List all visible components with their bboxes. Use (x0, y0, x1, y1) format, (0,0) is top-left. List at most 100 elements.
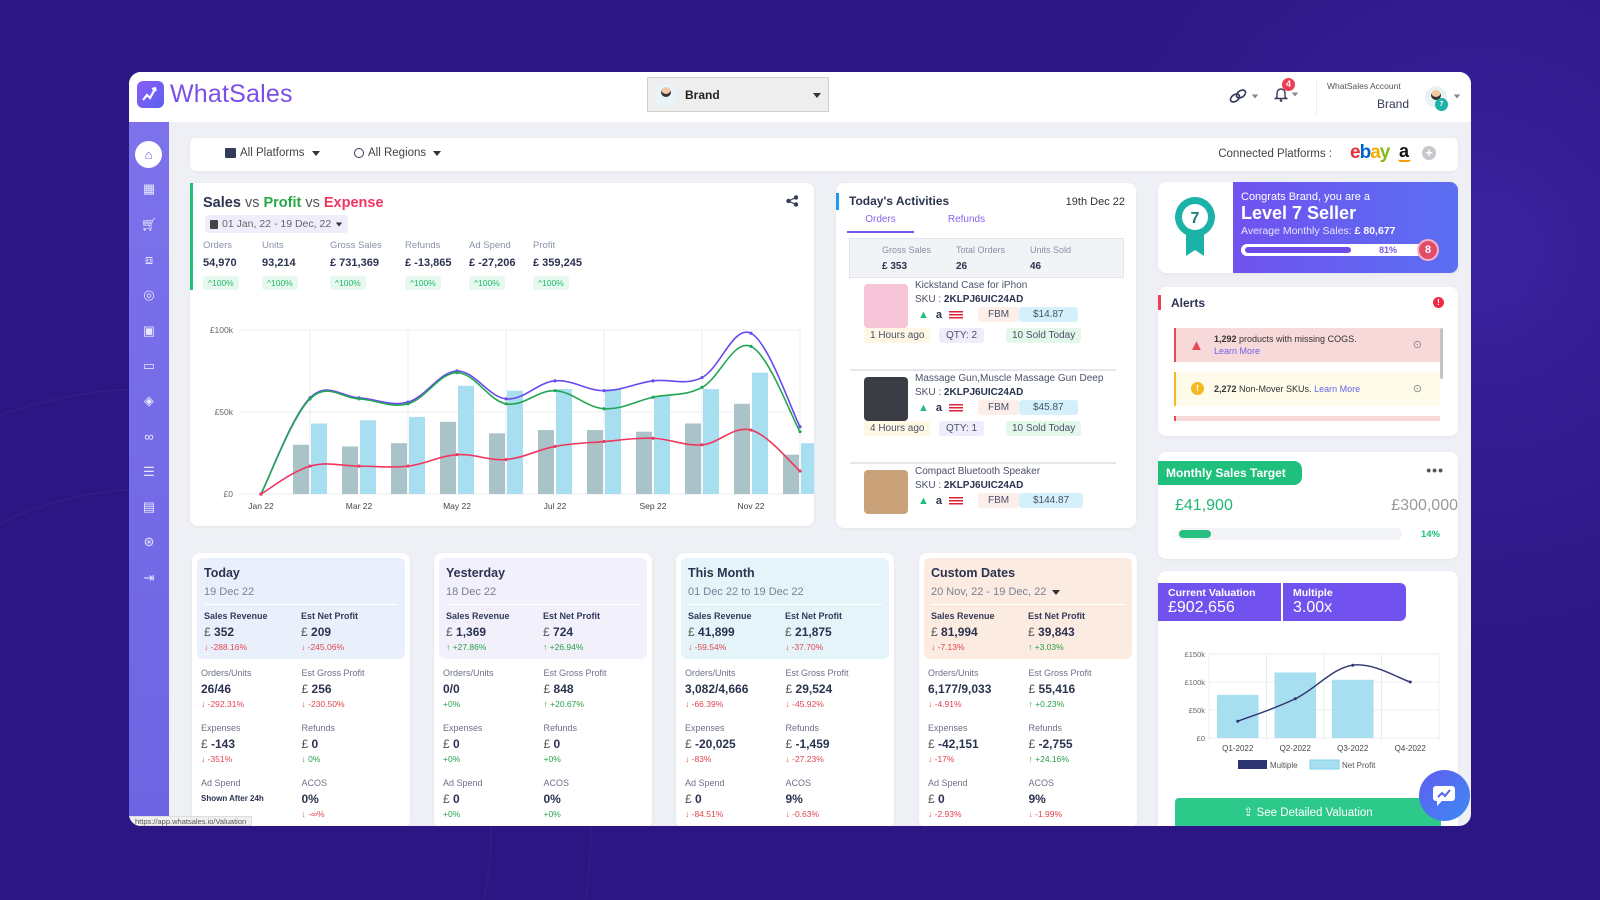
stat-value: 0% (301, 792, 319, 806)
stat-est-net-profit: Est Net Profit £ 209 ↓ -245.06% (301, 611, 398, 652)
date-range-picker[interactable]: 01 Jan, 22 - 19 Dec, 22 (205, 215, 349, 233)
line-point (553, 379, 557, 383)
dismiss-icon[interactable]: ⊙ (1413, 338, 1422, 351)
product-sku: SKU : 2KLPJ6UIC24AD (915, 387, 1024, 398)
sidebar-item-boxes[interactable]: ⧈ (138, 249, 160, 271)
learn-more-link[interactable]: Learn More (1214, 346, 1260, 356)
bar-nov-22 (734, 403, 750, 494)
stat-value: £ -143 (201, 737, 236, 751)
target-progress-bar (1177, 528, 1402, 540)
fulfillment-badge: FBM (978, 400, 1020, 415)
stat-acos: ACOS 0% +0% (544, 778, 645, 825)
app-logo-text[interactable]: WhatSales (170, 80, 293, 109)
kpi-change-badge: ^100% (262, 276, 298, 290)
chat-support-button[interactable] (1419, 770, 1470, 821)
activity-item[interactable]: Massage Gun,Muscle Massage Gun Deep SKU :… (850, 371, 1116, 464)
sidebar-item-ad[interactable]: ▣ (138, 320, 160, 342)
bar-feb-22 (311, 423, 327, 494)
tab-refunds[interactable]: Refunds (933, 214, 1000, 231)
summary-value: 46 (1030, 261, 1042, 272)
chevron-down-icon (1453, 94, 1461, 99)
y-tick-label: £50k (215, 407, 234, 417)
kpi-change-value: 100% (339, 278, 361, 288)
activity-item[interactable]: Kickstand Case for iPhon SKU : 2KLPJ6UIC2… (850, 278, 1116, 371)
sidebar-item-logout[interactable]: ⇥ (138, 567, 160, 589)
kpi-ad-spend: Ad Spend £ -27,206 ^100% (469, 240, 527, 291)
dismiss-icon[interactable]: ⊙ (1413, 382, 1422, 395)
platforms-filter[interactable]: All Platforms (225, 147, 320, 159)
tab-orders[interactable]: Orders (847, 214, 914, 233)
quantity-badge: QTY: 1 (939, 421, 985, 436)
change-indicator: ↑ +24.16% (1028, 754, 1069, 764)
sidebar-item-chat[interactable]: ▭ (138, 355, 160, 377)
change-indicator: ↓ -∞% (301, 809, 325, 819)
us-flag-icon (949, 496, 964, 506)
sidebar-item-cart[interactable]: 🛒︎ (138, 214, 160, 236)
y-tick-label: £50k (1189, 706, 1206, 715)
bar-sep-22 (654, 395, 670, 494)
regions-filter[interactable]: All Regions (354, 147, 442, 159)
multiple-point (1408, 680, 1412, 684)
change-indicator: ↓ -83% (685, 754, 712, 764)
line-point (308, 464, 312, 468)
account-avatar[interactable]: 7 (1425, 86, 1448, 111)
alerts-title: Alerts (1171, 296, 1206, 310)
line-point (406, 464, 410, 468)
sidebar-item-coins[interactable]: ◎ (138, 284, 160, 306)
more-options-icon[interactable]: ••• (1426, 462, 1444, 478)
target-current: £41,900 (1175, 497, 1233, 514)
brand-selector[interactable]: Brand (647, 77, 829, 112)
ebay-logo[interactable]: ebay (1350, 142, 1390, 164)
activities-date: 19th Dec 22 (1065, 196, 1125, 208)
integrations-menu[interactable] (1229, 88, 1259, 104)
kpi-label: Gross Sales (330, 240, 382, 251)
line-point (357, 464, 361, 468)
fulfillment-badge: FBM (978, 307, 1020, 322)
account-name[interactable]: Brand (1377, 97, 1409, 111)
amazon-logo[interactable]: a (1398, 141, 1411, 162)
change-indicator: ↓ -37.70% (785, 642, 824, 652)
sidebar-item-tags[interactable]: ◈ (138, 390, 160, 412)
y-tick-label: £0 (224, 489, 234, 499)
line-point (504, 397, 508, 401)
series-line (260, 344, 801, 495)
alert-item-warning[interactable]: ! 2,272 Non-Mover SKUs. Learn More ⊙ (1174, 372, 1440, 406)
share-icon[interactable] (786, 195, 798, 207)
stat-sales-revenue: Sales Revenue £ 81,994 ↓ -7.13% (931, 611, 1028, 652)
stat-card-date[interactable]: 20 Nov, 22 - 19 Dec, 22 (931, 586, 1125, 605)
stat-card-today: Today 19 Dec 22 Sales Revenue £ 352 ↓ -288.1… (192, 553, 410, 826)
line-point (553, 444, 557, 449)
add-platform-button[interactable]: + (1422, 146, 1436, 160)
sidebar-item-handshake[interactable]: ∞ (138, 425, 160, 447)
sidebar-item-stack[interactable]: ☰ (138, 461, 160, 483)
sidebar-item-document[interactable]: ▤ (138, 496, 160, 518)
arrow-up-icon: ↑ (543, 642, 550, 652)
sidebar-item-support[interactable]: ⊛ (138, 531, 160, 553)
kpi-profit: Profit £ 359,245 ^100% (533, 240, 594, 291)
logo-icon[interactable] (137, 81, 164, 108)
notifications-button[interactable]: 4 (1273, 78, 1299, 107)
chat-icon (1432, 785, 1455, 806)
series-line (260, 428, 801, 495)
stat-orders-units: Orders/Units 3,082/4,666 ↓ -66.39% (685, 668, 786, 715)
activity-item[interactable]: Compact Bluetooth Speaker SKU : 2KLPJ6UIC… (850, 464, 1116, 528)
arrow-up-icon: ↑ (1028, 642, 1035, 652)
stat-acos: ACOS 0% ↓ -∞% (302, 778, 403, 825)
alerts-scrollbar[interactable] (1440, 328, 1443, 379)
stat-value: £ 39,843 (1028, 625, 1075, 639)
summary-label: Total Orders (956, 245, 1006, 255)
alert-item-danger[interactable]: ▲ 1,292 products with missing COGS. Learn… (1174, 328, 1440, 362)
alert-item-danger[interactable]: ▲438 SKUs have low inventory. Learn More… (1174, 416, 1440, 421)
sidebar-item-dashboard-grid[interactable]: ▦ (138, 178, 160, 200)
stat-acos: ACOS 9% ↓ -1.99% (1029, 778, 1130, 825)
bar-dec-22 (801, 443, 814, 494)
regions-filter-label: All Regions (368, 147, 427, 159)
stat-value: £ 55,416 (1028, 682, 1076, 696)
tags-icon: ◈ (144, 393, 154, 409)
sidebar-item-home[interactable]: ⌂ (135, 141, 162, 168)
learn-more-link[interactable]: Learn More (1314, 384, 1360, 394)
see-detailed-valuation-button[interactable]: ⇪ See Detailed Valuation (1175, 798, 1441, 826)
bar-jul-22 (556, 389, 572, 494)
stat-est-net-profit: Est Net Profit £ 724 ↑ +26.94% (543, 611, 640, 652)
bar-mar-22 (360, 420, 376, 494)
